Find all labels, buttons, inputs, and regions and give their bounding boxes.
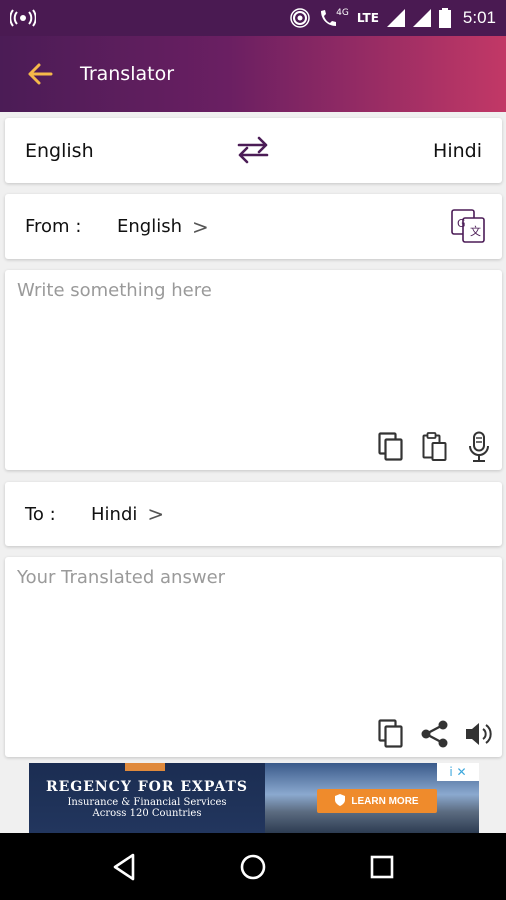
ad-line-1: Insurance & Financial Services [67, 797, 227, 808]
google-translate-icon[interactable]: G 文 [450, 208, 486, 244]
input-tools [376, 430, 494, 464]
mic-icon [469, 431, 489, 462]
circle-home-icon [240, 854, 266, 879]
copy-icon [378, 432, 403, 461]
output-tools [376, 717, 494, 751]
page-title: Translator [80, 63, 175, 85]
copy-button[interactable] [376, 430, 406, 464]
to-language-selector[interactable]: To : Hindi > [5, 482, 502, 546]
chevron-right-icon: > [192, 214, 209, 239]
language-bar: English Hindi [5, 118, 502, 183]
mic-button[interactable] [464, 430, 494, 464]
nav-home-button[interactable] [223, 837, 283, 897]
status-time: 5:01 [462, 8, 496, 27]
copy-icon [378, 719, 403, 748]
from-language-selector[interactable]: From : English > G 文 [5, 194, 502, 259]
ad-cta-label: LEARN MORE [351, 795, 419, 807]
back-button[interactable] [0, 36, 80, 112]
paste-button[interactable] [420, 430, 450, 464]
swap-languages-button[interactable] [233, 134, 273, 166]
triangle-back-icon [114, 853, 135, 880]
wifi-call-icon: 4G [318, 8, 349, 28]
ad-text-panel: REGENCY FOR EXPATS Insurance & Financial… [29, 763, 265, 833]
svg-text:G: G [457, 217, 466, 230]
arrow-left-icon [28, 63, 53, 85]
nav-recents-button[interactable] [352, 837, 412, 897]
lte-label: LTE [356, 11, 379, 25]
paste-icon [422, 432, 447, 461]
svg-text:文: 文 [470, 224, 481, 238]
lte-icon: LTE [357, 11, 379, 25]
status-bar: 4G LTE 5:01 [0, 0, 506, 36]
share-button[interactable] [420, 717, 450, 751]
swap-arrows-icon [237, 136, 269, 164]
shield-icon [335, 793, 346, 809]
nav-back-button[interactable] [94, 837, 154, 897]
from-language-value: English [117, 216, 182, 237]
network-type-label: 4G [336, 8, 349, 18]
translated-text-output[interactable]: Your Translated answer [17, 567, 225, 588]
source-language[interactable]: English [25, 140, 94, 162]
adchoices-badge[interactable]: i ✕ [437, 763, 479, 781]
ad-accent-tab [125, 763, 165, 771]
square-recents-icon [370, 855, 393, 878]
signal-icon-2 [412, 9, 431, 27]
target-language[interactable]: Hindi [433, 140, 482, 162]
copy-translation-button[interactable] [376, 717, 406, 751]
to-label: To : [25, 503, 56, 525]
ad-headline: REGENCY FOR EXPATS [45, 779, 249, 795]
source-text-input[interactable] [13, 278, 493, 418]
speaker-icon [466, 723, 492, 745]
system-nav-bar [0, 833, 506, 900]
ad-banner[interactable]: REGENCY FOR EXPATS Insurance & Financial… [29, 763, 479, 833]
translated-text-card: Your Translated answer [5, 557, 502, 757]
app-bar: Translator [0, 36, 506, 112]
battery-icon [438, 8, 451, 28]
from-label: From : [25, 216, 82, 237]
share-icon [421, 720, 448, 748]
source-text-card [5, 270, 502, 470]
ad-line-2: Across 120 Countries [92, 808, 202, 819]
speak-button[interactable] [464, 717, 494, 751]
hotspot-icon [290, 8, 310, 28]
signal-icon [386, 9, 405, 27]
adchoices-label: i ✕ [449, 765, 467, 779]
to-language-value: Hindi [91, 503, 138, 525]
broadcast-icon [10, 9, 36, 27]
chevron-right-icon: > [147, 502, 165, 526]
ad-learn-more-button[interactable]: LEARN MORE [317, 789, 437, 813]
